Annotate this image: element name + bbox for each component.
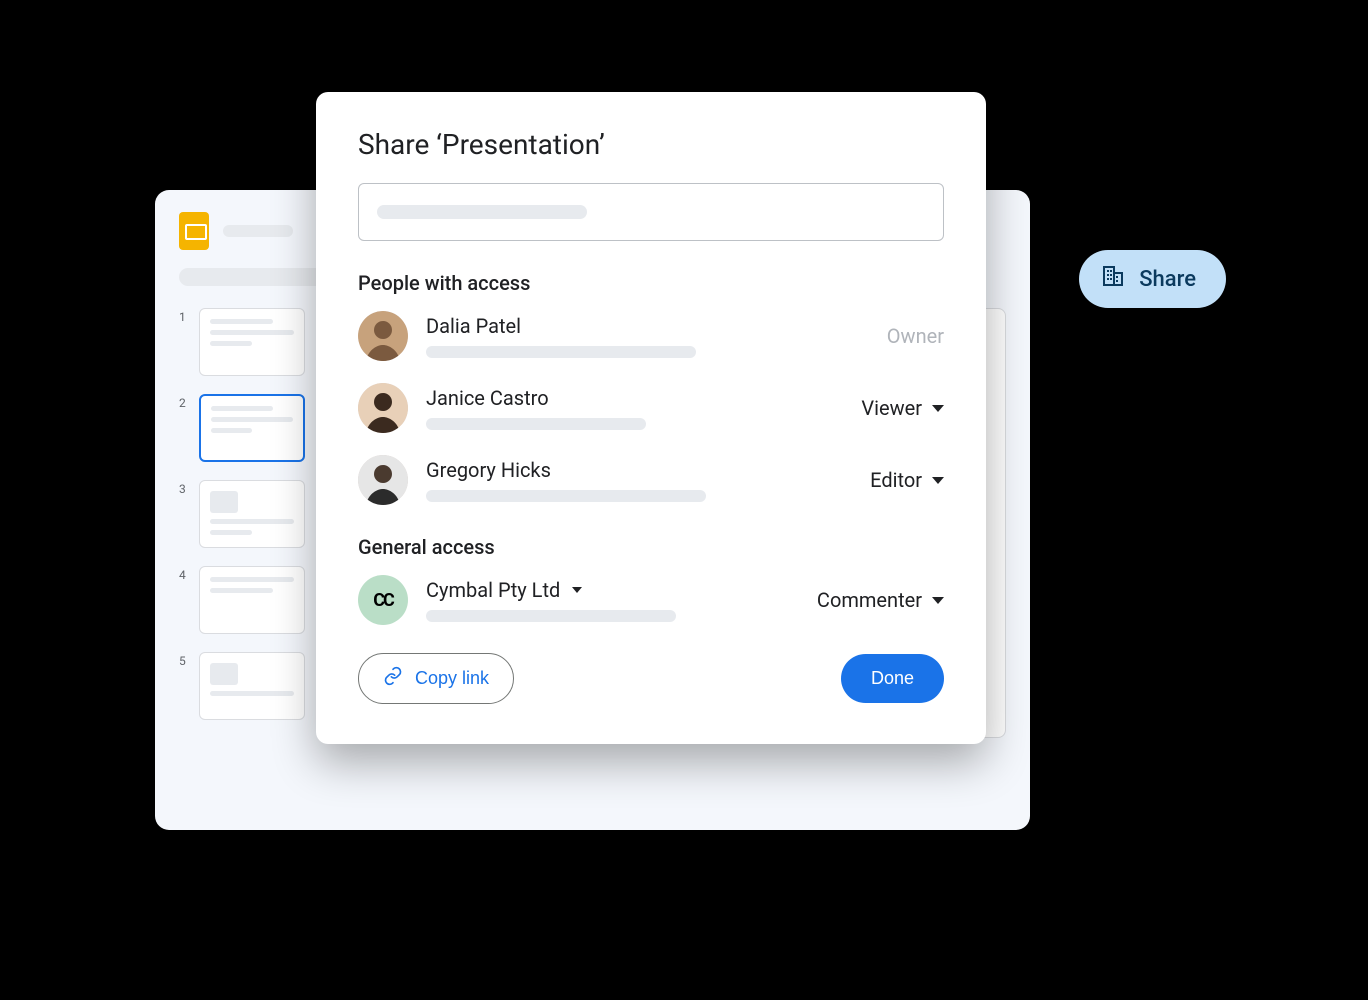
slide-thumbnail-row[interactable]: 2 [179,394,305,462]
general-access-heading: General access [358,535,944,559]
copy-link-button[interactable]: Copy link [358,653,514,704]
dialog-actions: Copy link Done [358,653,944,704]
role-dropdown[interactable]: Viewer [861,396,944,420]
org-scope-dropdown[interactable]: Cymbal Pty Ltd [426,578,799,602]
slide-thumbnail-row[interactable]: 5 [179,652,305,720]
person-email-placeholder [426,418,646,430]
person-name: Dalia Patel [426,314,869,338]
slides-logo-icon [179,212,209,250]
person-email-placeholder [426,346,696,358]
slide-number: 1 [179,308,189,324]
slide-thumbnail[interactable] [199,566,305,634]
dialog-title: Share ‘Presentation’ [358,128,944,161]
chevron-down-icon [932,597,944,604]
person-row: Dalia Patel Owner [358,311,944,361]
link-icon [383,666,403,691]
person-email-placeholder [426,490,706,502]
slide-number: 5 [179,652,189,668]
slide-thumbnail-rail: 1 2 3 [179,308,305,738]
copy-link-label: Copy link [415,668,489,689]
avatar [358,455,408,505]
general-access-row: CC Cymbal Pty Ltd Commenter [358,575,944,625]
done-button[interactable]: Done [841,654,944,703]
doc-title-placeholder [223,225,293,237]
avatar [358,383,408,433]
share-pill-label: Share [1139,267,1196,292]
slide-thumbnail-row[interactable]: 3 [179,480,305,548]
org-desc-placeholder [426,610,676,622]
slide-number: 3 [179,480,189,496]
add-people-input[interactable] [358,183,944,241]
org-info: Cymbal Pty Ltd [426,578,799,622]
person-info: Dalia Patel [426,314,869,358]
person-row: Gregory Hicks Editor [358,455,944,505]
role-dropdown[interactable]: Editor [870,468,944,492]
person-name: Gregory Hicks [426,458,852,482]
person-info: Gregory Hicks [426,458,852,502]
role-label-owner: Owner [887,324,944,348]
share-dialog: Share ‘Presentation’ People with access … [316,92,986,744]
org-name: Cymbal Pty Ltd [426,578,560,602]
people-with-access-heading: People with access [358,271,944,295]
input-placeholder-skeleton [377,205,587,219]
chevron-down-icon [932,405,944,412]
share-button-pill[interactable]: Share [1079,250,1226,308]
chevron-down-icon [932,477,944,484]
avatar [358,311,408,361]
slide-thumbnail[interactable] [199,652,305,720]
slide-number: 2 [179,394,189,410]
chevron-down-icon [572,587,582,593]
slide-thumbnail-row[interactable]: 4 [179,566,305,634]
person-row: Janice Castro Viewer [358,383,944,433]
person-name: Janice Castro [426,386,843,410]
slide-thumbnail[interactable] [199,480,305,548]
person-info: Janice Castro [426,386,843,430]
slide-number: 4 [179,566,189,582]
building-icon [1101,264,1125,294]
slide-thumbnail[interactable] [199,308,305,376]
role-dropdown[interactable]: Commenter [817,588,944,612]
slide-thumbnail-row[interactable]: 1 [179,308,305,376]
org-avatar: CC [358,575,408,625]
slide-thumbnail-selected[interactable] [199,394,305,462]
